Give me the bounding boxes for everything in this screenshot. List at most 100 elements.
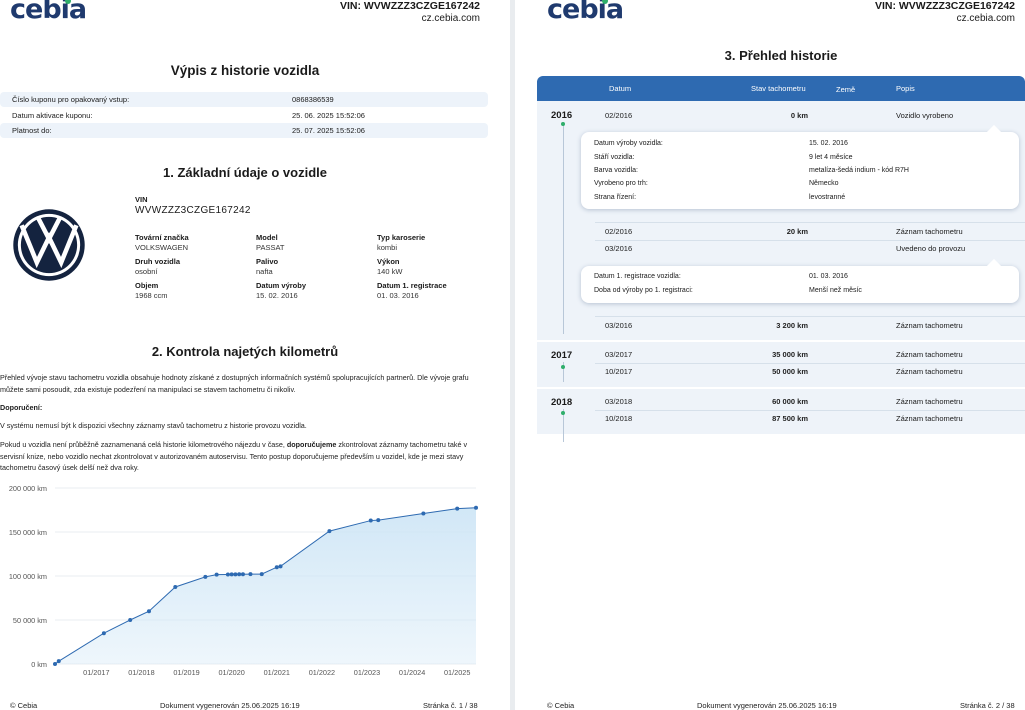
coupon-value: 25. 06. 2025 15:52:06 [292, 111, 365, 120]
mileage-point [327, 529, 332, 534]
row-date: 03/2018 [605, 397, 633, 406]
row-description: Uvedeno do provozu [896, 244, 966, 253]
row-date: 03/2016 [605, 244, 633, 253]
history-row: 03/2018 60 000 km Záznam tachometru [595, 393, 1025, 410]
row-description: Vozidlo vyrobeno [896, 111, 954, 120]
recommendation-label: Doporučení: [0, 403, 43, 412]
mileage-area [55, 507, 476, 664]
x-tick-label: 01/2020 [218, 668, 244, 677]
mileage-point [368, 518, 373, 523]
mileage-point [274, 565, 279, 570]
detail-label: Stáří vozidla: [594, 154, 635, 161]
col-odometer: Stav tachometru [751, 84, 806, 93]
recommendation-detail: Pokud u vozidla není průběžně zaznamenan… [0, 439, 490, 474]
timeline-dot-icon [561, 122, 565, 126]
header-vin: VIN: WVWZZZ3CZGE167242 [339, 0, 480, 12]
footer-copyright: © Cebia [10, 701, 38, 710]
detail-value: metalíza-šedá indium - kód R7H [809, 167, 909, 174]
field-label: Tovární značka [135, 233, 189, 242]
field-value: VOLKSWAGEN [135, 243, 189, 252]
row-odometer: 3 200 km [776, 321, 808, 330]
detail-value: 01. 03. 2016 [809, 273, 848, 280]
timeline-dot-icon [561, 365, 565, 369]
mileage-point [240, 572, 245, 577]
vehicle-production-detail-card: Datum výroby vozidla: 15. 02. 2016 Stáří… [581, 124, 1019, 209]
history-row: 03/2017 35 000 km Záznam tachometru [595, 346, 1025, 363]
coupon-row: Datum aktivace kuponu: 25. 06. 2025 15:5… [0, 108, 488, 123]
field-value: osobní [135, 267, 158, 276]
report-page-2: cebia VIN: WVWZZZ3CZGE167242 cz.cebia.co… [515, 0, 1025, 710]
field-value: kombi [377, 243, 398, 252]
mileage-point [421, 511, 426, 516]
mileage-point [173, 585, 178, 589]
x-tick-label: 01/2022 [309, 668, 335, 677]
coupon-row: Číslo kuponu pro opakovaný vstup: 086838… [0, 92, 488, 107]
detail-label: Vyrobeno pro trh: [594, 180, 648, 187]
mileage-point [248, 572, 253, 577]
row-date: 02/2016 [605, 111, 633, 120]
x-tick-label: 01/2017 [83, 668, 109, 677]
year-label: 2016 [551, 110, 573, 121]
field-value: nafta [256, 267, 273, 276]
mileage-point [53, 662, 57, 666]
header-vin: VIN: WVWZZZ3CZGE167242 [874, 0, 1015, 12]
timeline-line [563, 122, 564, 334]
footer-copyright: © Cebia [547, 701, 575, 710]
page-header-right: VIN: WVWZZZ3CZGE167242 cz.cebia.com [340, 0, 480, 24]
detail-label: Datum 1. registrace vozidla: [594, 273, 681, 280]
mileage-point [225, 572, 230, 577]
detail-value: levostranné [809, 194, 846, 201]
timeline-dot-icon [561, 411, 565, 415]
chart-x-labels: 01/2017 01/2018 01/2019 01/2020 01/2021 01/20… [83, 668, 470, 677]
history-row: 02/2016 20 km Záznam tachometru [595, 223, 1025, 240]
field-label: Výkon [377, 257, 400, 266]
footer-generated: Dokument vygenerován 25.06.2025 16:19 [160, 701, 300, 710]
coupon-value: 0868386539 [292, 95, 334, 104]
y-tick-label: 150 000 km [9, 528, 47, 537]
detail-label: Doba od výroby po 1. registraci: [594, 287, 693, 294]
page-header-right: VIN: WVWZZZ3CZGE167242 cz.cebia.com [875, 0, 1015, 24]
field-value: 1968 ccm [135, 291, 168, 300]
x-tick-label: 01/2021 [264, 668, 290, 677]
chart-area [54, 507, 477, 665]
history-table-header: Datum Stav tachometru Země Popis [537, 76, 1025, 101]
mileage-point [56, 659, 61, 664]
y-tick-label: 0 km [31, 660, 47, 669]
row-description: Záznam tachometru [896, 350, 963, 359]
row-odometer: 50 000 km [772, 367, 808, 376]
mileage-point [101, 631, 106, 636]
detail-text-bold: doporučujeme [286, 440, 337, 449]
history-row: 02/2016 0 km Vozidlo vyrobeno [595, 107, 1025, 124]
field-label: Model [256, 233, 278, 242]
x-tick-label: 01/2018 [128, 668, 154, 677]
row-odometer: 0 km [790, 111, 808, 120]
vin-label: VIN [135, 195, 148, 204]
mileage-point [203, 574, 208, 579]
row-date: 02/2016 [605, 227, 633, 236]
field-label: Typ karoserie [377, 233, 426, 242]
row-date: 10/2018 [605, 414, 633, 423]
vin-value: WVWZZZ3CZGE167242 [135, 205, 251, 216]
detail-value: Menší než měsíc [809, 287, 862, 294]
history-row: 10/2018 87 500 km Záznam tachometru [595, 410, 1025, 427]
cebia-logo: cebia [10, 0, 87, 25]
mileage-point [237, 572, 242, 577]
footer-generated: Dokument vygenerován 25.06.2025 16:19 [697, 701, 837, 710]
x-tick-label: 01/2024 [399, 668, 425, 677]
cebia-logo: cebia [547, 0, 624, 25]
field-label: Palivo [256, 257, 279, 266]
mileage-point [376, 518, 381, 523]
mileage-point [455, 506, 460, 511]
history-row: 03/2016 Uvedeno do provozu [595, 240, 1025, 257]
field-value: 01. 03. 2016 [377, 291, 419, 300]
mileage-point [229, 572, 234, 577]
volkswagen-logo-icon [13, 209, 85, 281]
year-label: 2017 [551, 350, 573, 361]
year-label: 2018 [551, 397, 573, 408]
mileage-point [474, 505, 478, 510]
odometer-intro-text: Přehled vývoje stavu tachometru vozidla … [0, 373, 469, 394]
field-label: Druh vozidla [135, 257, 181, 266]
report-page-1: cebia VIN: WVWZZZ3CZGE167242 cz.cebia.co… [0, 0, 510, 710]
col-country: Země [836, 85, 856, 94]
header-website: cz.cebia.com [956, 13, 1015, 24]
